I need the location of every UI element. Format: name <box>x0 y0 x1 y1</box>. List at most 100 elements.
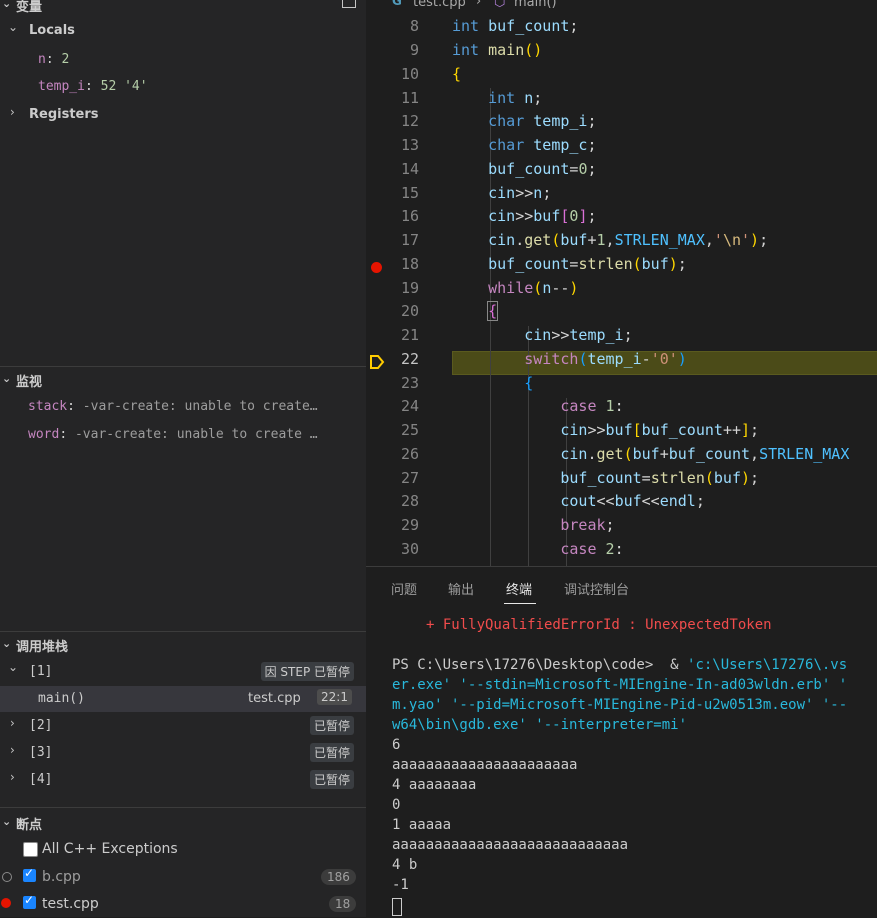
breakpoint-checkbox[interactable] <box>23 866 36 882</box>
breakpoint-item[interactable]: test.cpp 18 <box>0 891 366 917</box>
cpp-file-icon: G <box>392 0 402 8</box>
terminal-error-line: + FullyQualifiedErrorId : UnexpectedToke… <box>426 617 772 633</box>
thread-status-badge: 已暂停 <box>309 716 354 735</box>
watch-entry: stack: -var-create: unable to create… <box>28 399 318 414</box>
locals-scope[interactable]: ⌄ Locals <box>0 18 366 44</box>
stack-frame-main[interactable]: main() test.cpp 22:1 <box>0 686 366 712</box>
breakpoint-item[interactable]: b.cpp 186 <box>0 864 366 890</box>
code-line: 9 int main() <box>366 41 877 65</box>
terminal-prompt: PS C:\Users\17276\Desktop\code> & <box>392 657 688 673</box>
thread-item[interactable]: › [2] 已暂停 <box>0 713 366 739</box>
breadcrumb-symbol[interactable]: main() <box>514 0 557 10</box>
line-number: 21 <box>400 326 419 344</box>
terminal-output-line: 0 <box>392 797 401 813</box>
watch-expression: stack <box>28 399 68 414</box>
terminal-output-line: -1 <box>392 877 409 893</box>
tab-problems[interactable]: 问题 <box>391 579 417 598</box>
breakpoint-line-badge: 186 <box>321 869 356 885</box>
terminal-command: w64\bin\gdb.exe' '--interpreter=mi' <box>392 717 688 733</box>
thread-item[interactable]: ⌄ [1] 因 STEP 已暂停 <box>0 659 366 685</box>
registers-label: Registers <box>29 107 99 122</box>
breakpoint-item[interactable]: All C++ Exceptions <box>0 836 366 862</box>
chevron-down-icon: ⌄ <box>2 637 12 650</box>
line-number: 22 <box>400 350 419 368</box>
variable-row-n[interactable]: n: 2 <box>0 46 366 72</box>
terminal-output-line: 1 aaaaa <box>392 817 452 833</box>
line-number: 30 <box>400 540 419 558</box>
watch-value: -var-create: unable to create … <box>74 427 318 442</box>
line-number: 9 <box>409 41 419 59</box>
code-line: 8 int buf_count; <box>366 17 877 41</box>
variables-title: 变量 <box>16 0 43 15</box>
chevron-right-icon: › <box>10 770 15 784</box>
breakpoint-checkbox[interactable] <box>23 893 36 909</box>
thread-item[interactable]: › [3] 已暂停 <box>0 740 366 766</box>
line-number: 18 <box>400 255 419 273</box>
code-line: 13 char temp_c; <box>366 136 877 160</box>
variable-name: temp_i <box>38 79 85 94</box>
tab-debug-console[interactable]: 调试控制台 <box>564 579 629 598</box>
bottom-panel: 问题 输出 终端 调试控制台 + FullyQualifiedErrorId :… <box>366 566 877 918</box>
breakpoint-label: b.cpp <box>42 869 81 885</box>
tab-terminal[interactable]: 终端 <box>506 579 532 598</box>
code-editor[interactable]: G test.cpp › ⬡ main() 8 int buf_count; 9i… <box>366 0 877 566</box>
line-number: 24 <box>400 397 419 415</box>
variable-value: 2 <box>61 52 70 67</box>
thread-item[interactable]: › [4] 已暂停 <box>0 767 366 793</box>
breadcrumb-file[interactable]: test.cpp <box>413 0 466 10</box>
callstack-header[interactable]: ⌄ 调用堆栈 <box>0 634 366 656</box>
thread-label: [2] <box>29 718 53 733</box>
line-number: 26 <box>400 445 419 463</box>
code-line: 11 int n; <box>366 89 877 113</box>
divider <box>0 631 366 632</box>
divider <box>0 807 366 808</box>
watch-header[interactable]: ⌄ 监视 <box>0 369 366 391</box>
frame-position-badge: 22:1 <box>317 689 352 705</box>
locals-label: Locals <box>29 23 75 38</box>
collapse-all-icon[interactable] <box>342 0 356 8</box>
code-line: 10{ <box>366 65 877 89</box>
code-line: 27 buf_count=strlen(buf); <box>366 469 877 493</box>
variable-value: 52 '4' <box>100 79 148 94</box>
thread-status-badge: 已暂停 <box>309 743 354 762</box>
breakpoint-checkbox[interactable] <box>23 842 38 857</box>
terminal-output-line: 6 <box>392 737 401 753</box>
line-number: 25 <box>400 421 419 439</box>
active-tab-indicator <box>504 603 536 604</box>
thread-label: [1] <box>29 664 53 679</box>
watch-expression: word <box>28 427 60 442</box>
registers-scope[interactable]: › Registers <box>0 101 366 127</box>
watch-item[interactable]: stack: -var-create: unable to create… <box>0 394 366 420</box>
chevron-down-icon: ⌄ <box>2 0 12 10</box>
frame-file: test.cpp <box>248 691 301 706</box>
code-line: 24 case 1: <box>366 397 877 421</box>
terminal-command: m.yao' '--pid=Microsoft-MIEngine-Pid-u2w… <box>392 697 848 713</box>
code-line: 14 buf_count=0; <box>366 160 877 184</box>
line-number: 19 <box>400 279 419 297</box>
chevron-right-icon: › <box>10 716 15 730</box>
breakpoint-label: test.cpp <box>42 896 99 912</box>
code-line: 21 cin>>temp_i; <box>366 326 877 350</box>
breadcrumb: G test.cpp › ⬡ main() <box>366 0 877 14</box>
code-line: 26 cin.get(buf+buf_count,STRLEN_MAX <box>366 445 877 469</box>
tab-output[interactable]: 输出 <box>448 579 474 598</box>
line-number: 15 <box>400 184 419 202</box>
variable-row-temp-i[interactable]: temp_i: 52 '4' <box>0 73 366 99</box>
line-number: 13 <box>400 136 419 154</box>
watch-item[interactable]: word: -var-create: unable to create … <box>0 422 366 448</box>
watch-title: 监视 <box>16 375 43 390</box>
line-number: 12 <box>400 112 419 130</box>
terminal-command: er.exe' '--stdin=Microsoft-MIEngine-In-a… <box>392 677 848 693</box>
breakpoint-label: All C++ Exceptions <box>42 841 178 857</box>
variables-header[interactable]: ⌄ 变量 <box>0 0 366 16</box>
line-number: 10 <box>400 65 419 83</box>
code-line: 22 switch(temp_i-'0') <box>366 350 877 374</box>
thread-status-badge: 已暂停 <box>309 770 354 789</box>
line-number: 17 <box>400 231 419 249</box>
line-number: 14 <box>400 160 419 178</box>
breakpoint-line-badge: 18 <box>329 896 357 912</box>
breakpoints-header[interactable]: ⌄ 断点 <box>0 812 366 834</box>
line-number: 16 <box>400 207 419 225</box>
line-number: 27 <box>400 469 419 487</box>
code-line: 20 { <box>366 301 877 326</box>
